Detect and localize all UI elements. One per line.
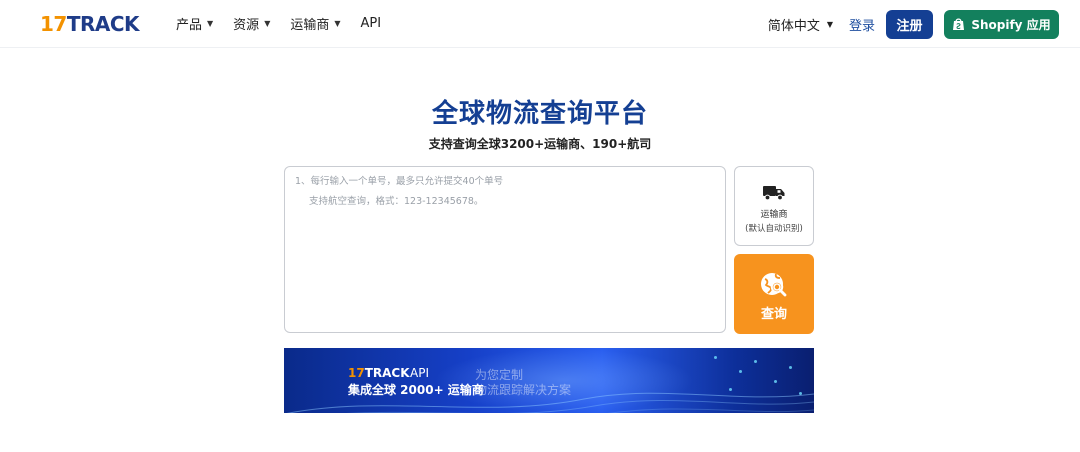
carrier-select-button[interactable]: 运输商 (默认自动识别) <box>734 166 814 246</box>
shopping-bag-icon <box>953 18 965 30</box>
login-link[interactable]: 登录 <box>849 15 875 34</box>
banner-dot <box>739 370 742 373</box>
shopify-app-button[interactable]: Shopify 应用 <box>944 9 1059 39</box>
banner-subline-2: 物流跟踪解决方案 <box>475 383 572 397</box>
query-button-label: 查询 <box>760 307 787 322</box>
caret-down-icon: ▼ <box>826 19 833 29</box>
language-label: 简体中文 <box>767 18 820 34</box>
banner-dot <box>789 366 792 369</box>
top-navigation-bar: 17 TRACK 产品 ▼ 资源 ▼ 运输商 ▼ API 简体中文 ▼ 登录 注册 <box>0 0 1080 48</box>
banner-logo: 17TRACK <box>348 366 410 380</box>
nav-item-api[interactable]: API <box>361 14 382 32</box>
nav-item-label: 资源 <box>233 17 260 33</box>
header-actions: 简体中文 ▼ 登录 注册 Shopify 应用 <box>768 9 1059 39</box>
nav-item-label: 产品 <box>176 17 203 33</box>
tracking-number-textarea[interactable] <box>285 167 725 332</box>
banner-api-label: API <box>410 366 429 380</box>
nav-item-label: 运输商 <box>290 17 330 33</box>
caret-down-icon: ▼ <box>207 18 214 28</box>
api-promo-banner[interactable]: 17TRACK API 集成全球 2000+ 运输商 为您定制 物流跟踪解决方案 <box>284 348 814 413</box>
caret-down-icon: ▼ <box>264 18 271 28</box>
truck-icon <box>763 186 785 201</box>
logo-number: 17 <box>40 12 67 36</box>
query-button[interactable]: 查询 <box>734 254 814 334</box>
banner-dot <box>754 360 757 363</box>
carrier-button-label: 运输商 <box>760 210 788 220</box>
nav-item-resources[interactable]: 资源 ▼ <box>233 14 271 33</box>
caret-down-icon: ▼ <box>334 18 341 28</box>
banner-dot <box>714 356 717 359</box>
page-subtitle: 支持查询全球3200+运输商、190+航司 <box>428 137 652 151</box>
banner-dot <box>799 392 802 395</box>
language-selector[interactable]: 简体中文 ▼ <box>768 15 833 34</box>
page-title: 全球物流查询平台 <box>431 99 648 129</box>
shopify-label: Shopify 应用 <box>971 17 1051 32</box>
logo-word: TRACK <box>66 12 140 36</box>
banner-logo-number: 17 <box>348 366 365 380</box>
site-logo[interactable]: 17 TRACK <box>40 12 140 36</box>
banner-logo-word: TRACK <box>364 366 410 380</box>
main-nav: 产品 ▼ 资源 ▼ 运输商 ▼ API <box>176 14 401 33</box>
banner-dot <box>774 380 777 383</box>
tracking-number-input-box[interactable]: 1、每行输入一个单号，最多只允许提交40个单号 支持航空查询，格式：123-12… <box>284 166 726 333</box>
nav-item-carriers[interactable]: 运输商 ▼ <box>290 14 341 33</box>
globe-search-icon <box>761 273 787 297</box>
register-button[interactable]: 注册 <box>886 9 933 39</box>
carrier-button-sublabel: (默认自动识别) <box>745 224 803 234</box>
nav-item-products[interactable]: 产品 ▼ <box>176 14 214 33</box>
banner-dot <box>729 388 732 391</box>
banner-headline: 集成全球 2000+ 运输商 <box>348 383 484 397</box>
nav-item-label: API <box>360 15 382 31</box>
